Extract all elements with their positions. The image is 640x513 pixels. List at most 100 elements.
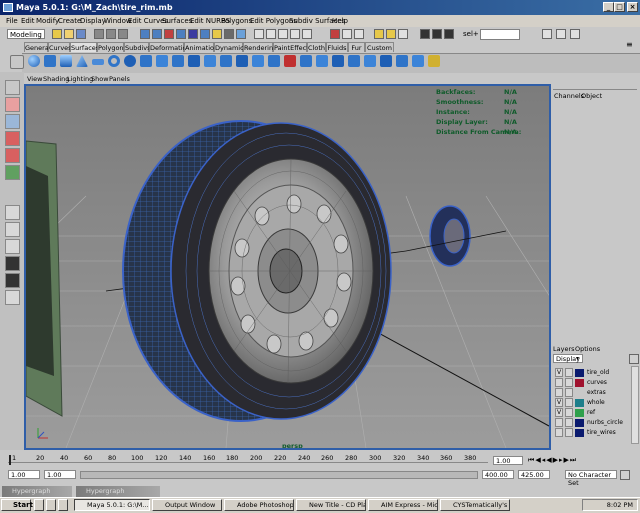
panel-menu-panels[interactable]: Panels xyxy=(109,75,130,84)
snap-curve-icon[interactable] xyxy=(266,29,276,39)
quick-select-input[interactable] xyxy=(480,29,520,40)
object-menu[interactable]: Object xyxy=(581,92,602,101)
close-button[interactable]: × xyxy=(627,2,638,12)
boundary-icon[interactable] xyxy=(204,55,216,67)
four-view-layout-icon[interactable] xyxy=(5,222,20,237)
snap-grid-icon[interactable] xyxy=(254,29,264,39)
minimize-button[interactable]: _ xyxy=(603,2,614,12)
make-live-icon[interactable] xyxy=(302,29,312,39)
mode-selector[interactable]: Modeling xyxy=(7,29,45,39)
select-component-icon[interactable] xyxy=(118,29,128,39)
layer-visibility-toggle[interactable] xyxy=(555,388,563,397)
mask-rendering-icon[interactable] xyxy=(212,29,222,39)
offset-icon[interactable] xyxy=(412,55,424,67)
layer-scrollbar[interactable] xyxy=(631,366,639,444)
task-aim-express[interactable]: AIM Express - Micros... xyxy=(368,499,438,511)
menu-edit[interactable]: Edit xyxy=(21,15,35,27)
manipulator-tool-icon[interactable] xyxy=(5,165,20,180)
birail-icon[interactable] xyxy=(188,55,200,67)
shelf-tab-deformation[interactable]: Deformation xyxy=(149,42,191,52)
layer-row[interactable]: curves xyxy=(553,378,630,388)
shelf-tab-cloth[interactable]: Cloth xyxy=(307,42,326,52)
auto-key-icon[interactable] xyxy=(620,470,630,480)
end-time-field[interactable]: 425.00 xyxy=(518,470,550,479)
layer-color-swatch[interactable] xyxy=(575,379,584,387)
clapper-ipr-icon[interactable] xyxy=(432,29,442,39)
current-time-field[interactable]: 1.00 xyxy=(493,456,523,465)
extrude-icon[interactable] xyxy=(172,55,184,67)
current-time-marker[interactable] xyxy=(9,455,11,465)
quick-launch-desktop-icon[interactable] xyxy=(46,499,56,511)
perspective-viewport[interactable]: Backfaces: N/A Smoothness: N/A Instance:… xyxy=(24,84,551,450)
options-menu[interactable]: Options xyxy=(575,345,600,353)
construction-history-icon[interactable] xyxy=(330,29,340,39)
layer-color-swatch[interactable] xyxy=(575,409,584,417)
shelf-tab-painteffects[interactable]: PaintEffects xyxy=(273,42,312,52)
lasso-tool-icon[interactable] xyxy=(5,97,20,112)
script-editor-layout-icon[interactable] xyxy=(5,290,20,305)
panel-menu-lighting[interactable]: Lighting xyxy=(67,75,93,84)
nurbs-cube-icon[interactable] xyxy=(44,55,56,67)
channels-menu[interactable]: Channels xyxy=(554,92,584,101)
nurbs-plane-icon[interactable] xyxy=(92,59,104,65)
menu-display[interactable]: Display xyxy=(80,15,106,27)
layer-state-toggle[interactable] xyxy=(565,418,573,427)
mask-joint-icon[interactable] xyxy=(152,29,162,39)
nurbs-cylinder-icon[interactable] xyxy=(60,55,72,67)
shelf-menu-icon[interactable]: ≡ xyxy=(626,41,636,51)
layer-state-toggle[interactable] xyxy=(565,408,573,417)
shelf-tab-fur[interactable]: Fur xyxy=(348,42,365,52)
layer-visibility-toggle[interactable]: V xyxy=(555,368,563,377)
layer-state-toggle[interactable] xyxy=(565,388,573,397)
loft-icon[interactable] xyxy=(140,55,152,67)
select-tool-icon[interactable] xyxy=(5,80,20,95)
goto-end-button[interactable]: ⏭ xyxy=(570,456,577,464)
layer-visibility-toggle[interactable] xyxy=(555,428,563,437)
clapper-icon[interactable] xyxy=(420,29,430,39)
square-surface-icon[interactable] xyxy=(220,55,232,67)
revolve-icon[interactable] xyxy=(124,55,136,67)
mask-question-icon[interactable] xyxy=(236,29,246,39)
rotate-tool-icon[interactable] xyxy=(5,131,20,146)
outputs-icon[interactable] xyxy=(354,29,364,39)
panel-menu-show[interactable]: Show xyxy=(91,75,109,84)
layer-color-swatch[interactable] xyxy=(575,419,584,427)
persp-graph-layout-icon[interactable] xyxy=(5,256,20,271)
render-settings-icon[interactable] xyxy=(444,29,454,39)
move-tool-icon[interactable] xyxy=(5,114,20,129)
shelf-options-icon[interactable] xyxy=(10,55,24,69)
mask-handle-icon[interactable] xyxy=(140,29,150,39)
new-scene-icon[interactable] xyxy=(52,29,62,39)
menu-create[interactable]: Create xyxy=(58,15,81,27)
quick-launch-outlook-icon[interactable] xyxy=(58,499,68,511)
layer-row[interactable]: extras xyxy=(553,388,630,398)
menu-help[interactable]: Help xyxy=(332,15,348,27)
task-buddy-info[interactable]: CYSTematically's Bud... xyxy=(440,499,510,511)
mask-misc-icon[interactable] xyxy=(224,29,234,39)
shelf-tab-subdivs[interactable]: Subdivs xyxy=(124,42,151,52)
menu-file[interactable]: File xyxy=(6,15,18,27)
select-object-icon[interactable] xyxy=(106,29,116,39)
mask-surface-icon[interactable] xyxy=(176,29,186,39)
render-globals-icon[interactable] xyxy=(398,29,408,39)
layer-visibility-toggle[interactable]: V xyxy=(555,398,563,407)
range-slider[interactable] xyxy=(80,471,478,479)
task-photoshop[interactable]: Adobe Photoshop xyxy=(224,499,294,511)
layer-visibility-toggle[interactable] xyxy=(555,378,563,387)
single-perspective-layout-icon[interactable] xyxy=(5,205,20,220)
layer-color-swatch[interactable] xyxy=(575,399,584,407)
bevel-icon[interactable] xyxy=(236,55,248,67)
scale-tool-icon[interactable] xyxy=(5,148,20,163)
layer-row[interactable]: V whole xyxy=(553,398,630,408)
insert-isoparm-icon[interactable] xyxy=(380,55,392,67)
layer-state-toggle[interactable] xyxy=(565,398,573,407)
mask-curve-icon[interactable] xyxy=(164,29,174,39)
layer-row[interactable]: nurbs_circle xyxy=(553,418,630,428)
new-layer-icon[interactable] xyxy=(629,354,639,364)
shelf-tab-dynamics[interactable]: Dynamics xyxy=(214,42,247,52)
attach-surfaces-icon[interactable] xyxy=(316,55,328,67)
show-tool-settings-icon[interactable] xyxy=(556,29,566,39)
maximize-button[interactable]: □ xyxy=(614,2,625,12)
shelf-tab-curves[interactable]: Curves xyxy=(48,42,72,52)
render-icon[interactable] xyxy=(374,29,384,39)
